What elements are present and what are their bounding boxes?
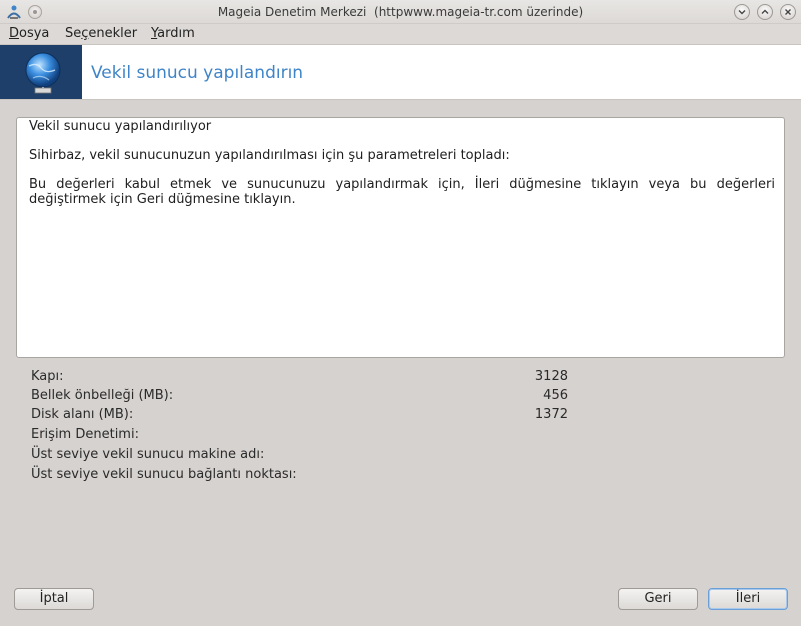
param-label: Kapı: xyxy=(31,369,64,384)
page-title: Vekil sunucu yapılandırın xyxy=(91,63,304,83)
menu-bar: Dosya Seçenekler Yardım xyxy=(0,24,801,44)
param-row-port: Kapı: 3128 xyxy=(31,369,591,387)
next-button[interactable]: İleri xyxy=(708,588,788,610)
summary-textbox[interactable]: Vekil sunucu yapılandırılıyor Sihirbaz, … xyxy=(16,117,785,358)
param-label: Üst seviye vekil sunucu makine adı: xyxy=(31,447,265,462)
back-button[interactable]: Geri xyxy=(618,588,698,610)
menu-options-label-end: enekler xyxy=(88,26,138,41)
param-value: 456 xyxy=(543,388,568,403)
menu-file-label: osya xyxy=(19,26,50,41)
window-title: Mageia Denetim Merkezi (httpwww.mageia-t… xyxy=(217,5,584,19)
maximize-button[interactable] xyxy=(757,4,773,20)
header-banner: Vekil sunucu yapılandırın xyxy=(0,44,801,100)
param-row-memory-cache: Bellek önbelleği (MB): 456 xyxy=(31,388,591,406)
param-label: Erişim Denetimi: xyxy=(31,427,139,442)
summary-instruction: Bu değerleri kabul etmek ve sunucunuzu y… xyxy=(29,177,775,207)
close-button[interactable] xyxy=(780,4,796,20)
network-globe-icon xyxy=(25,52,61,94)
chevron-down-icon xyxy=(738,10,746,15)
param-label: Disk alanı (MB): xyxy=(31,407,134,422)
param-label: Bellek önbelleği (MB): xyxy=(31,388,174,403)
menu-help-label: ardım xyxy=(157,26,195,41)
minimize-button[interactable] xyxy=(734,4,750,20)
window-titlebar: Mageia Denetim Merkezi (httpwww.mageia-t… xyxy=(0,0,801,24)
menu-help[interactable]: Yardım xyxy=(151,26,195,41)
summary-heading: Vekil sunucu yapılandırılıyor xyxy=(29,119,212,134)
close-icon xyxy=(785,9,791,15)
param-label: Üst seviye vekil sunucu bağlantı noktası… xyxy=(31,467,297,482)
banner-logo xyxy=(0,45,82,99)
cancel-button[interactable]: İptal xyxy=(14,588,94,610)
param-value: 1372 xyxy=(534,407,568,422)
param-row-disk-space: Disk alanı (MB): 1372 xyxy=(31,407,591,425)
menu-file[interactable]: Dosya xyxy=(9,26,49,41)
param-row-access-control: Erişim Denetimi: xyxy=(31,427,591,445)
menu-file-mnemonic: D xyxy=(9,26,20,41)
param-row-upstream-port: Üst seviye vekil sunucu bağlantı noktası… xyxy=(31,467,591,485)
menu-options-label-start: Se xyxy=(65,26,82,41)
param-row-upstream-host: Üst seviye vekil sunucu makine adı: xyxy=(31,447,591,465)
menu-options[interactable]: Seçenekler xyxy=(65,26,137,41)
chevron-up-icon xyxy=(761,9,769,14)
param-value: 3128 xyxy=(534,369,568,384)
summary-intro: Sihirbaz, vekil sunucunuzun yapılandırıl… xyxy=(29,148,510,163)
